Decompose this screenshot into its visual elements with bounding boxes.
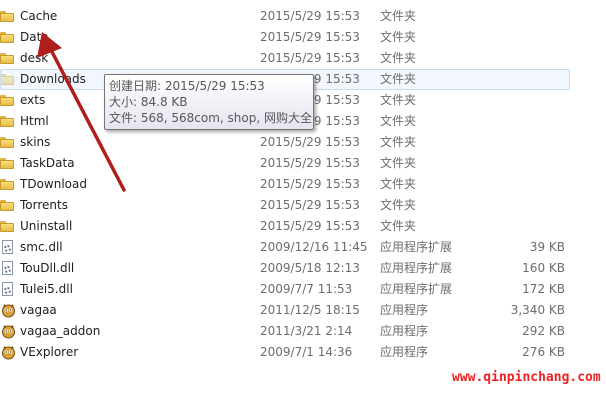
file-type: 文件夹: [380, 177, 417, 191]
folder-icon: [0, 32, 14, 43]
folder-icon: [0, 95, 14, 106]
tooltip-size: 大小: 84.8 KB: [109, 95, 188, 109]
file-name[interactable]: Torrents: [20, 195, 68, 216]
tooltip-contents: 文件: 568, 568com, shop, 网购大全: [109, 111, 312, 125]
file-type: 文件夹: [380, 9, 417, 23]
dll-file-icon: [2, 282, 13, 296]
file-modified-date: 2015/5/29 15:53: [260, 219, 360, 233]
file-type: 应用程序扩展: [380, 282, 453, 296]
vagaa-app-icon: [2, 325, 15, 339]
folder-row[interactable]: TDownload 2015/5/29 15:53 文件夹: [0, 174, 606, 195]
file-type: 文件夹: [380, 30, 417, 44]
file-list: Cache 2015/5/29 15:53 文件夹 Data 2015/5/29 15:…: [0, 6, 606, 363]
file-type: 应用程序扩展: [380, 261, 453, 275]
dll-file-icon: [2, 240, 13, 254]
file-modified-date: 2009/7/7 11:53: [260, 282, 353, 296]
file-name[interactable]: exts: [20, 90, 45, 111]
file-type: 文件夹: [380, 156, 417, 170]
file-row[interactable]: VExplorer 2009/7/1 14:36 应用程序 276 KB: [0, 342, 606, 363]
file-modified-date: 2015/5/29 15:53: [260, 9, 360, 23]
dll-file-icon: [2, 261, 13, 275]
file-row[interactable]: vagaa_addon 2011/3/21 2:14 应用程序 292 KB: [0, 321, 606, 342]
folder-icon: [0, 116, 14, 127]
file-name[interactable]: Downloads: [20, 69, 86, 90]
folder-row[interactable]: skins 2015/5/29 15:53 文件夹: [0, 132, 606, 153]
file-size: 172 KB: [522, 282, 565, 296]
file-size: 292 KB: [522, 324, 565, 338]
file-name[interactable]: Tulei5.dll: [20, 279, 73, 300]
file-row[interactable]: TouDll.dll 2009/5/18 12:13 应用程序扩展 160 KB: [0, 258, 606, 279]
vagaa-app-icon: [2, 304, 15, 318]
folder-row[interactable]: TaskData 2015/5/29 15:53 文件夹: [0, 153, 606, 174]
file-type: 应用程序: [380, 345, 429, 359]
folder-icon: [0, 221, 14, 232]
file-name[interactable]: vagaa: [20, 300, 57, 321]
file-modified-date: 2015/5/29 15:53: [260, 51, 360, 65]
folder-row[interactable]: Uninstall 2015/5/29 15:53 文件夹: [0, 216, 606, 237]
file-type: 应用程序: [380, 324, 429, 338]
watermark: www.qinpinchang.com: [452, 370, 601, 385]
tooltip-created-date: 创建日期: 2015/5/29 15:53: [109, 79, 265, 93]
folder-row[interactable]: Cache 2015/5/29 15:53 文件夹: [0, 6, 606, 27]
folder-row[interactable]: Torrents 2015/5/29 15:53 文件夹: [0, 195, 606, 216]
file-modified-date: 2015/5/29 15:53: [260, 135, 360, 149]
vagaa-app-icon: [2, 346, 15, 360]
file-type: 文件夹: [380, 93, 417, 107]
folder-icon: [0, 158, 14, 169]
file-row[interactable]: vagaa 2011/12/5 18:15 应用程序 3,340 KB: [0, 300, 606, 321]
folder-info-tooltip: 创建日期: 2015/5/29 15:53 大小: 84.8 KB 文件: 56…: [104, 74, 314, 130]
folder-row[interactable]: Data 2015/5/29 15:53 文件夹: [0, 27, 606, 48]
file-type: 文件夹: [380, 51, 417, 65]
file-modified-date: 2015/5/29 15:53: [260, 156, 360, 170]
file-name[interactable]: Data: [20, 27, 49, 48]
folder-row[interactable]: desk 2015/5/29 15:53 文件夹: [0, 48, 606, 69]
file-name[interactable]: TouDll.dll: [20, 258, 74, 279]
file-name[interactable]: TaskData: [20, 153, 75, 174]
folder-icon: [0, 74, 14, 85]
file-name[interactable]: Cache: [20, 6, 57, 27]
file-name[interactable]: vagaa_addon: [20, 321, 100, 342]
file-modified-date: 2009/5/18 12:13: [260, 261, 360, 275]
file-row[interactable]: Tulei5.dll 2009/7/7 11:53 应用程序扩展 172 KB: [0, 279, 606, 300]
file-modified-date: 2015/5/29 15:53: [260, 177, 360, 191]
file-name[interactable]: TDownload: [20, 174, 87, 195]
file-modified-date: 2009/12/16 11:45: [260, 240, 368, 254]
folder-icon: [0, 11, 14, 22]
folder-icon: [0, 179, 14, 190]
file-modified-date: 2015/5/29 15:53: [260, 30, 360, 44]
file-type: 应用程序扩展: [380, 240, 453, 254]
file-size: 160 KB: [522, 261, 565, 275]
file-modified-date: 2011/3/21 2:14: [260, 324, 353, 338]
file-modified-date: 2015/5/29 15:53: [260, 198, 360, 212]
file-size: 39 KB: [529, 240, 565, 254]
file-type: 文件夹: [380, 114, 417, 128]
folder-icon: [0, 200, 14, 211]
file-name[interactable]: Uninstall: [20, 216, 72, 237]
file-type: 文件夹: [380, 135, 417, 149]
file-type: 文件夹: [380, 219, 417, 233]
file-size: 3,340 KB: [510, 303, 565, 317]
file-row[interactable]: smc.dll 2009/12/16 11:45 应用程序扩展 39 KB: [0, 237, 606, 258]
file-type: 文件夹: [380, 72, 417, 86]
file-name[interactable]: desk: [20, 48, 48, 69]
file-modified-date: 2011/12/5 18:15: [260, 303, 360, 317]
file-type: 应用程序: [380, 303, 429, 317]
folder-icon: [0, 53, 14, 64]
file-type: 文件夹: [380, 198, 417, 212]
file-modified-date: 2009/7/1 14:36: [260, 345, 353, 359]
file-size: 276 KB: [522, 345, 565, 359]
folder-icon: [0, 137, 14, 148]
file-name[interactable]: smc.dll: [20, 237, 63, 258]
file-name[interactable]: skins: [20, 132, 50, 153]
file-name[interactable]: VExplorer: [20, 342, 78, 363]
file-name[interactable]: Html: [20, 111, 49, 132]
